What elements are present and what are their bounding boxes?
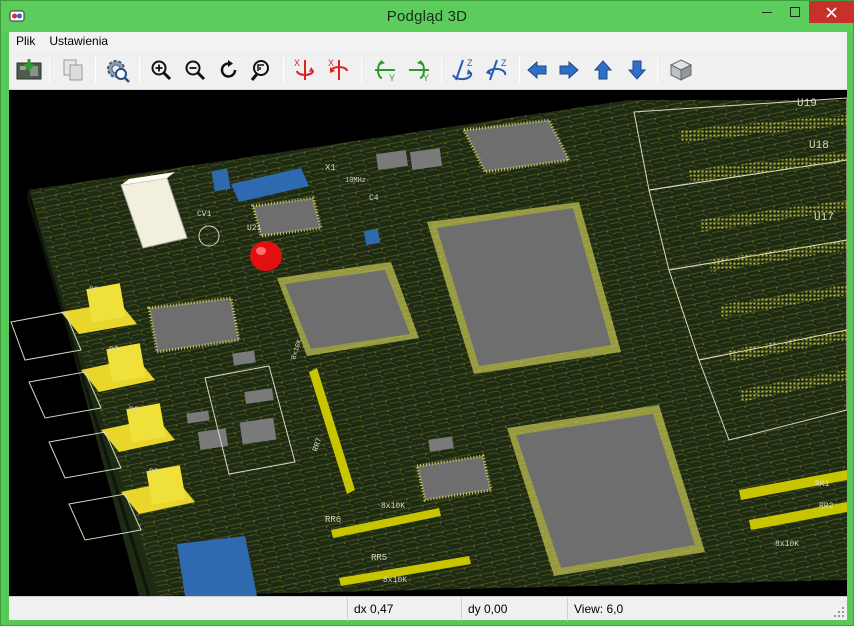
svg-text:Z: Z xyxy=(501,58,507,68)
rotate-y-ccw-icon: Y xyxy=(409,60,429,83)
rotate-z-cw-icon: Z xyxy=(452,58,473,81)
label-rr5: RR5 xyxy=(371,553,387,563)
rotate-x-ccw-button[interactable]: X xyxy=(325,56,353,84)
label-p7: P7 xyxy=(109,346,119,355)
toolbar-separator xyxy=(49,57,50,83)
zoom-out-icon xyxy=(185,60,206,81)
zoom-fit-icon xyxy=(250,60,269,81)
led-red xyxy=(250,241,282,271)
toolbar-separator xyxy=(657,57,658,83)
toolbar: X X Y Y Z Z xyxy=(9,51,847,90)
label-u21: U21 xyxy=(247,224,262,233)
label-x1: X1 xyxy=(325,163,336,173)
label-cv1: CV1 xyxy=(197,210,212,219)
label-8x10k-d: 8x10K xyxy=(775,540,799,549)
svg-text:Y: Y xyxy=(423,73,429,83)
svg-text:X: X xyxy=(294,58,300,68)
rotate-x-ccw-icon: X xyxy=(328,58,348,80)
reload-board-button[interactable] xyxy=(15,56,43,84)
title-bar[interactable]: Podgląd 3D xyxy=(1,1,854,32)
label-p5: P5 xyxy=(149,468,159,477)
label-p8: P8 xyxy=(89,286,99,295)
zoom-fit-button[interactable] xyxy=(247,56,275,84)
label-10mhz: 10MHz xyxy=(345,177,366,185)
move-down-icon xyxy=(627,60,647,80)
label-rr6: RR6 xyxy=(325,515,341,525)
move-left-icon xyxy=(527,60,547,80)
rotate-y-cw-button[interactable]: Y xyxy=(371,56,399,84)
resize-grip-icon[interactable] xyxy=(833,606,845,618)
label-u19: U19 xyxy=(797,98,817,110)
copy-image-icon xyxy=(63,59,83,81)
ortho-view-cube-icon xyxy=(669,59,693,81)
app-window: Podgląd 3D Plik Ustawienia X X Y Y Z Z U… xyxy=(0,0,854,626)
move-right-button[interactable] xyxy=(555,56,583,84)
maximize-icon xyxy=(790,7,800,17)
rotate-x-cw-icon: X xyxy=(294,58,314,80)
menu-ustawienia[interactable]: Ustawienia xyxy=(42,32,115,51)
toolbar-separator xyxy=(139,57,140,83)
toolbar-separator xyxy=(519,57,520,83)
rotate-z-ccw-icon: Z xyxy=(486,58,507,81)
rotate-z-ccw-button[interactable]: Z xyxy=(483,56,511,84)
ortho-view-button[interactable] xyxy=(667,56,695,84)
minimize-button[interactable] xyxy=(753,1,781,23)
close-button[interactable] xyxy=(809,1,854,23)
blue-connector xyxy=(177,536,257,596)
label-rr2: RR2 xyxy=(819,502,834,511)
toolbar-separator xyxy=(441,57,442,83)
window-title: Podgląd 3D xyxy=(386,8,468,25)
label-u18: U18 xyxy=(809,140,829,152)
move-up-button[interactable] xyxy=(589,56,617,84)
copy-image-button[interactable] xyxy=(59,56,87,84)
svg-text:Z: Z xyxy=(467,58,473,68)
svg-text:Y: Y xyxy=(389,73,395,83)
settings-gear-icon xyxy=(107,60,130,83)
redraw-button[interactable] xyxy=(215,56,243,84)
move-up-icon xyxy=(593,60,613,80)
reload-board-icon xyxy=(16,59,42,80)
move-right-icon xyxy=(559,60,579,80)
toolbar-separator xyxy=(283,57,284,83)
rotate-x-cw-button[interactable]: X xyxy=(291,56,319,84)
rotate-y-ccw-button[interactable]: Y xyxy=(405,56,433,84)
svg-text:X: X xyxy=(328,58,334,68)
label-c4: C4 xyxy=(369,194,379,203)
menu-bar: Plik Ustawienia xyxy=(9,32,847,51)
zoom-out-button[interactable] xyxy=(181,56,209,84)
label-p6: P6 xyxy=(129,406,139,415)
label-rr1: RR1 xyxy=(815,480,830,489)
close-icon xyxy=(826,6,837,18)
label-u17: U17 xyxy=(814,212,834,224)
label-8x10k-b: 8x10K xyxy=(383,576,407,585)
toolbar-separator xyxy=(361,57,362,83)
status-dy: dy 0,00 xyxy=(461,597,567,621)
redraw-icon xyxy=(220,60,237,78)
label-8x10k-a: 8x10K xyxy=(381,502,405,511)
minimize-icon xyxy=(762,12,772,13)
menu-plik[interactable]: Plik xyxy=(9,32,42,51)
toolbar-separator xyxy=(95,57,96,83)
zoom-in-button[interactable] xyxy=(147,56,175,84)
move-left-button[interactable] xyxy=(523,56,551,84)
rotate-y-cw-icon: Y xyxy=(375,60,395,83)
settings-button[interactable] xyxy=(103,56,131,84)
3d-viewport[interactable]: U19 U18 U17 X1 10MHz C4 CV1 U21 P8 P7 P6… xyxy=(9,90,847,596)
zoom-in-icon xyxy=(151,60,172,81)
rotate-z-cw-button[interactable]: Z xyxy=(449,56,477,84)
status-view: View: 6,0 xyxy=(567,597,827,621)
maximize-button[interactable] xyxy=(782,1,808,23)
move-down-button[interactable] xyxy=(623,56,651,84)
status-bar: dx 0,47 dy 0,00 View: 6,0 xyxy=(9,596,847,621)
status-dx: dx 0,47 xyxy=(347,597,461,621)
pcb-3d-render: U19 U18 U17 X1 10MHz C4 CV1 U21 P8 P7 P6… xyxy=(10,97,847,596)
